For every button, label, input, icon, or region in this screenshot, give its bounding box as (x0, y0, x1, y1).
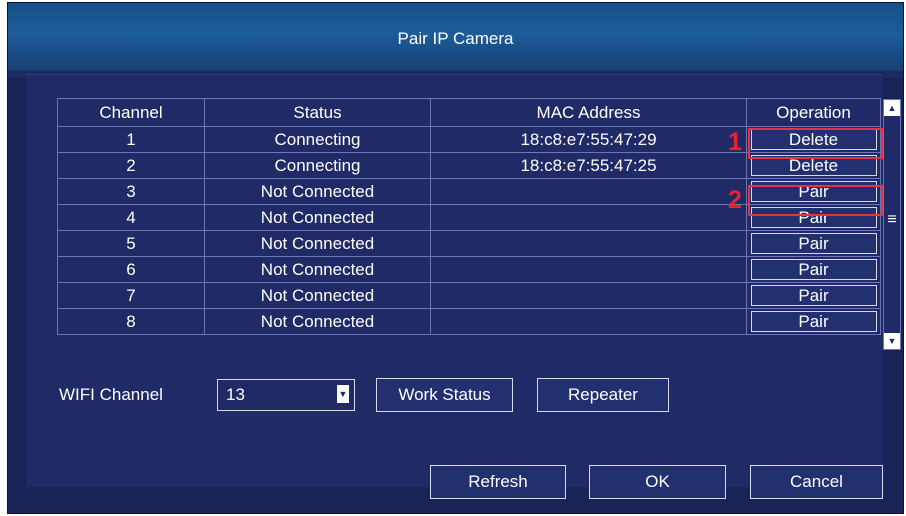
operation-cell: Pair (746, 282, 881, 309)
table-row: 8 Not Connected Pair (57, 308, 881, 335)
highlight-box-delete (748, 128, 883, 159)
column-header-operation: Operation (746, 98, 881, 127)
pair-button[interactable]: Pair (750, 285, 877, 306)
mac-address-cell (430, 230, 747, 257)
channel-cell: 2 (57, 152, 205, 179)
mac-address-cell: 18:c8:e7:55:47:25 (430, 152, 747, 179)
title-bar: Pair IP Camera (8, 3, 903, 71)
status-cell: Not Connected (204, 230, 431, 257)
pair-button[interactable]: Pair (750, 233, 877, 254)
highlight-box-pair (748, 185, 883, 216)
channel-cell: 5 (57, 230, 205, 257)
table-header-row: Channel Status MAC Address Operation (57, 98, 881, 127)
operation-cell: Pair (746, 308, 881, 335)
column-header-channel: Channel (57, 98, 205, 127)
channel-cell: 4 (57, 204, 205, 231)
pair-button[interactable]: Pair (750, 311, 877, 332)
channel-cell: 6 (57, 256, 205, 283)
mac-address-cell (430, 282, 747, 309)
column-header-mac-address: MAC Address (430, 98, 747, 127)
status-cell: Not Connected (204, 204, 431, 231)
refresh-button[interactable]: Refresh (430, 465, 566, 499)
annotation-marker-1: 1 (728, 128, 742, 156)
status-cell: Connecting (204, 152, 431, 179)
status-cell: Not Connected (204, 308, 431, 335)
table-row: 5 Not Connected Pair (57, 230, 881, 257)
wifi-channel-select[interactable]: 13 ▼ (217, 379, 355, 411)
operation-cell: Pair (746, 230, 881, 257)
mac-address-cell: 18:c8:e7:55:47:29 (430, 126, 747, 153)
table-row: 7 Not Connected Pair (57, 282, 881, 309)
ok-button[interactable]: OK (589, 465, 726, 499)
dropdown-arrow-icon[interactable]: ▼ (337, 385, 349, 403)
table-scrollbar[interactable]: ▲ ≡ ▼ (883, 99, 901, 350)
status-cell: Not Connected (204, 178, 431, 205)
channel-cell: 8 (57, 308, 205, 335)
annotation-marker-2: 2 (728, 186, 742, 214)
cancel-button[interactable]: Cancel (750, 465, 883, 499)
mac-address-cell (430, 256, 747, 283)
wifi-channel-value: 13 (226, 385, 245, 404)
channel-cell: 3 (57, 178, 205, 205)
table-row: 6 Not Connected Pair (57, 256, 881, 283)
status-cell: Not Connected (204, 256, 431, 283)
pair-button[interactable]: Pair (750, 259, 877, 280)
channel-cell: 7 (57, 282, 205, 309)
wifi-channel-label: WIFI Channel (59, 385, 163, 404)
mac-address-cell (430, 308, 747, 335)
dialog-title: Pair IP Camera (397, 29, 514, 48)
status-cell: Connecting (204, 126, 431, 153)
scroll-up-arrow-icon[interactable]: ▲ (884, 100, 900, 116)
operation-cell: Pair (746, 256, 881, 283)
mac-address-cell (430, 178, 747, 205)
work-status-button[interactable]: Work Status (376, 378, 513, 412)
channel-cell: 1 (57, 126, 205, 153)
column-header-status: Status (204, 98, 431, 127)
scroll-down-arrow-icon[interactable]: ▼ (884, 333, 900, 349)
repeater-button[interactable]: Repeater (537, 378, 669, 412)
mac-address-cell (430, 204, 747, 231)
status-cell: Not Connected (204, 282, 431, 309)
scroll-thumb-grip-icon[interactable]: ≡ (885, 210, 899, 230)
